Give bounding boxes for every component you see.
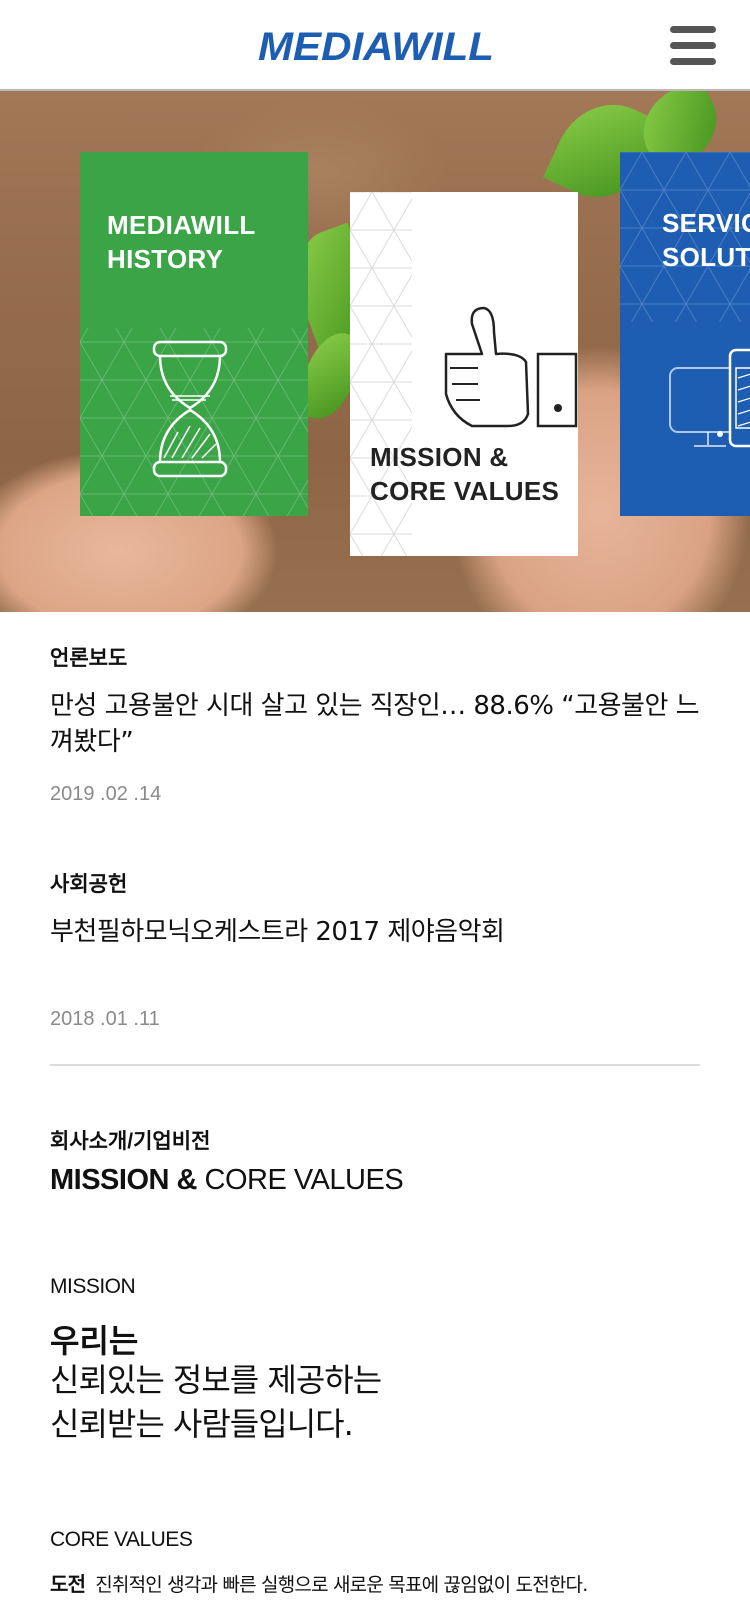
core-value-name: 도전 [50, 1572, 86, 1596]
page-title: MISSION & CORE VALUES [50, 1164, 404, 1197]
page-title-bold: MISSION & [50, 1164, 197, 1196]
hourglass-icon [152, 340, 228, 478]
hamburger-menu-icon[interactable] [670, 26, 716, 66]
news-category: 언론보도 [50, 647, 128, 670]
mission-line-2: 신뢰받는 사람들입니다. [50, 1405, 354, 1443]
card-title: SERVIC SOLUT [662, 208, 750, 272]
logo-text: MEDIAWILL [258, 25, 494, 68]
news-title[interactable]: 부천필하모닉오케스트라 2017 제야음악회 [50, 914, 700, 950]
core-values-label: CORE VALUES [50, 1528, 193, 1551]
hero-banner: MEDIAWILL HISTORY MISSION & CORE VALUES … [0, 91, 750, 612]
news-title[interactable]: 만성 고용불안 시대 살고 있는 직장인… 88.6% “고용불안 느껴봤다” [50, 688, 700, 760]
mediawill-logo[interactable]: MEDIAWILL [256, 22, 496, 68]
service-card[interactable]: SERVIC SOLUT [620, 152, 750, 516]
core-value-item: 도전 진취적인 생각과 빠른 실행으로 새로운 목표에 끊임없이 도전한다. [50, 1568, 730, 1597]
card-title: MISSION & CORE VALUES [370, 442, 560, 506]
core-value-text: 진취적인 생각과 빠른 실행으로 새로운 목표에 끊임없이 도전한다. [95, 1574, 588, 1596]
app-header: MEDIAWILL [0, 0, 750, 91]
page-title-regular: CORE VALUES [196, 1164, 404, 1196]
section-divider [50, 1064, 700, 1066]
breadcrumb: 회사소개/기업비전 [50, 1130, 211, 1153]
mission-card[interactable]: MISSION & CORE VALUES [350, 192, 578, 556]
history-card[interactable]: MEDIAWILL HISTORY [80, 152, 308, 516]
news-date: 2018 .01 .11 [50, 1008, 160, 1030]
mission-label: MISSION [50, 1275, 136, 1298]
thumbs-up-icon [444, 306, 578, 428]
devices-icon [669, 348, 750, 448]
mission-lead: 우리는 [50, 1322, 139, 1360]
card-title: MEDIAWILL HISTORY [107, 210, 256, 274]
news-date: 2019 .02 .14 [50, 783, 162, 805]
mission-line-1: 신뢰있는 정보를 제공하는 [50, 1361, 382, 1399]
news-category: 사회공헌 [50, 873, 128, 896]
